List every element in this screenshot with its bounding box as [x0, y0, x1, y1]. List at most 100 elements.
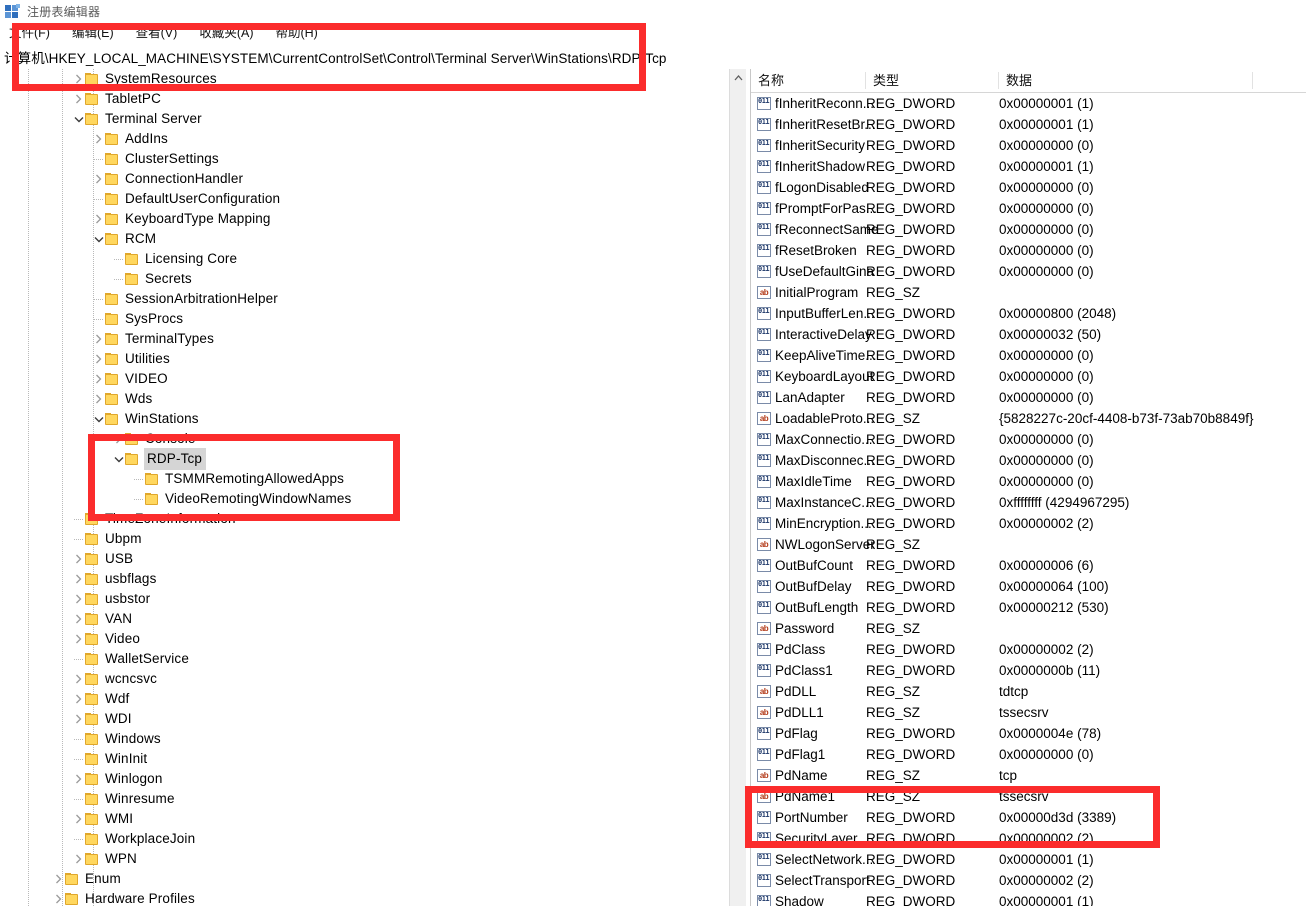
menu-file[interactable]: 文件(F)	[0, 23, 61, 44]
value-row[interactable]: 011 100 MinEncryption...REG_DWORD 0x000000…	[751, 513, 1306, 534]
tree-item-label[interactable]: TabletPC	[104, 89, 161, 109]
chevron-right-icon[interactable]	[72, 569, 85, 589]
value-row[interactable]: 011 100 PdClass REG_DWORD 0x00000002 (2)	[751, 639, 1306, 660]
tree-item-workplacejoin[interactable]: WorkplaceJoin	[0, 829, 729, 849]
value-row[interactable]: 011 100 InteractiveDelayREG_DWORD 0x000000…	[751, 324, 1306, 345]
value-name[interactable]: LanAdapter	[775, 387, 845, 408]
tree-item-label[interactable]: Wds	[124, 389, 152, 409]
value-row[interactable]: 011 100 fInheritShadowREG_DWORD 0x00000001…	[751, 156, 1306, 177]
tree-item-label[interactable]: WalletService	[104, 649, 189, 669]
tree-item-systemresources[interactable]: SystemResources	[0, 69, 729, 89]
value-name[interactable]: MinEncryption...	[775, 513, 872, 534]
tree-item-terminaltypes[interactable]: TerminalTypes	[0, 329, 729, 349]
chevron-right-icon[interactable]	[92, 389, 105, 409]
value-row[interactable]: 011 100 MaxInstanceC...REG_DWORD 0xfffffff…	[751, 492, 1306, 513]
tree-item-label[interactable]: Console	[144, 429, 196, 449]
chevron-right-icon[interactable]	[72, 629, 85, 649]
tree-item-label[interactable]: Winlogon	[104, 769, 162, 789]
chevron-right-icon[interactable]	[72, 849, 85, 869]
value-row[interactable]: 011 100 fInheritReconn...REG_DWORD 0x00000…	[751, 93, 1306, 114]
value-row[interactable]: 011 100 SecurityLayer REG_DWORD 0x00000002 …	[751, 828, 1306, 849]
tree-item-label[interactable]: WorkplaceJoin	[104, 829, 195, 849]
value-row[interactable]: 011 100 OutBufLength REG_DWORD 0x00000212 (…	[751, 597, 1306, 618]
tree-item-label[interactable]: AddIns	[124, 129, 168, 149]
registry-tree-pane[interactable]: SystemResources TabletPC Terminal Server Ad…	[0, 69, 729, 906]
value-name[interactable]: fInheritResetBr...	[775, 114, 876, 135]
value-name[interactable]: KeepAliveTime...	[775, 345, 877, 366]
value-row[interactable]: 011 100 Shadow REG_DWORD 0x00000001 (1)	[751, 891, 1306, 906]
tree-item-label[interactable]: Ubpm	[104, 529, 142, 549]
tree-item-label[interactable]: wcncsvc	[104, 669, 157, 689]
tree-item-label[interactable]: KeyboardType Mapping	[124, 209, 271, 229]
value-name[interactable]: PdName1	[775, 786, 835, 807]
value-name[interactable]: OutBufCount	[775, 555, 853, 576]
value-row[interactable]: 011 100 MaxIdleTime REG_DWORD 0x00000000 (0…	[751, 471, 1306, 492]
tree-item-label[interactable]: Terminal Server	[104, 109, 202, 129]
tree-item-addins[interactable]: AddIns	[0, 129, 729, 149]
tree-item-video[interactable]: Video	[0, 629, 729, 649]
chevron-right-icon[interactable]	[72, 709, 85, 729]
tree-item-videoremotingwindownames[interactable]: VideoRemotingWindowNames	[0, 489, 729, 509]
value-name[interactable]: SelectNetwork...	[775, 849, 873, 870]
tree-item-label[interactable]: SystemResources	[104, 69, 217, 89]
menu-edit[interactable]: 编辑(E)	[61, 23, 125, 44]
column-data[interactable]: 数据	[999, 69, 1306, 92]
tree-item-label[interactable]: TimeZoneInformation	[104, 509, 236, 529]
tree-item-sessionarbitrationhelper[interactable]: SessionArbitrationHelper	[0, 289, 729, 309]
menu-help[interactable]: 帮助(H)	[264, 23, 328, 44]
tree-item-winresume[interactable]: Winresume	[0, 789, 729, 809]
tree-item-video[interactable]: VIDEO	[0, 369, 729, 389]
tree-item-label[interactable]: WDI	[104, 709, 132, 729]
tree-item-connectionhandler[interactable]: ConnectionHandler	[0, 169, 729, 189]
tree-item-usb[interactable]: USB	[0, 549, 729, 569]
value-name[interactable]: KeyboardLayout	[775, 366, 873, 387]
value-row[interactable]: 011 100 InputBufferLen...REG_DWORD 0x00000…	[751, 303, 1306, 324]
value-row[interactable]: ab Password REG_SZ	[751, 618, 1306, 639]
value-name[interactable]: PdClass1	[775, 660, 833, 681]
tree-item-label[interactable]: Wdf	[104, 689, 129, 709]
value-row[interactable]: 011 100 LanAdapter REG_DWORD 0x00000000 (0)	[751, 387, 1306, 408]
value-row[interactable]: 011 100 PdClass1 REG_DWORD 0x0000000b (11)	[751, 660, 1306, 681]
tree-item-sysprocs[interactable]: SysProcs	[0, 309, 729, 329]
tree-item-hardware-profiles[interactable]: Hardware Profiles	[0, 889, 729, 906]
value-name[interactable]: fInheritSecurity	[775, 135, 865, 156]
tree-item-console[interactable]: Console	[0, 429, 729, 449]
value-row[interactable]: ab PdName REG_SZ tcp	[751, 765, 1306, 786]
column-type[interactable]: 类型	[866, 69, 999, 92]
value-row[interactable]: 011 100 fResetBroken REG_DWORD 0x00000000 (…	[751, 240, 1306, 261]
value-name[interactable]: fInheritReconn...	[775, 93, 874, 114]
value-name[interactable]: fResetBroken	[775, 240, 857, 261]
tree-item-label[interactable]: Enum	[84, 869, 121, 889]
value-name[interactable]: fInheritShadow	[775, 156, 865, 177]
tree-item-label[interactable]: WMI	[104, 809, 133, 829]
tree-item-label[interactable]: SessionArbitrationHelper	[124, 289, 278, 309]
tree-item-label[interactable]: Hardware Profiles	[84, 889, 195, 906]
chevron-right-icon[interactable]	[72, 689, 85, 709]
value-name[interactable]: fLogonDisabled	[775, 177, 869, 198]
tree-item-label[interactable]: Secrets	[144, 269, 192, 289]
chevron-down-icon[interactable]	[72, 109, 85, 129]
tree-item-label[interactable]: VAN	[104, 609, 132, 629]
value-row[interactable]: 011 100 OutBufDelay REG_DWORD 0x00000064 (1…	[751, 576, 1306, 597]
value-row[interactable]: 011 100 fPromptForPas...REG_DWORD 0x000000…	[751, 198, 1306, 219]
tree-item-tabletpc[interactable]: TabletPC	[0, 89, 729, 109]
tree-item-secrets[interactable]: Secrets	[0, 269, 729, 289]
tree-item-ubpm[interactable]: Ubpm	[0, 529, 729, 549]
registry-values-pane[interactable]: 名称 类型 数据 011 100fInheritReconn...REG_DWO…	[751, 69, 1306, 906]
tree-item-utilities[interactable]: Utilities	[0, 349, 729, 369]
value-name[interactable]: PdFlag	[775, 723, 818, 744]
tree-item-label[interactable]: VideoRemotingWindowNames	[164, 489, 351, 509]
chevron-right-icon[interactable]	[52, 889, 65, 906]
value-name[interactable]: fReconnectSame	[775, 219, 879, 240]
tree-item-rcm[interactable]: RCM	[0, 229, 729, 249]
address-path-text[interactable]: 计算机\HKEY_LOCAL_MACHINE\SYSTEM\CurrentCon…	[0, 47, 667, 67]
value-name[interactable]: PortNumber	[775, 807, 848, 828]
chevron-down-icon[interactable]	[92, 409, 105, 429]
tree-item-label[interactable]: usbstor	[104, 589, 150, 609]
tree-item-winstations[interactable]: WinStations	[0, 409, 729, 429]
value-name[interactable]: MaxInstanceC...	[775, 492, 873, 513]
tree-item-van[interactable]: VAN	[0, 609, 729, 629]
tree-item-label[interactable]: WPN	[104, 849, 137, 869]
value-name[interactable]: OutBufLength	[775, 597, 858, 618]
tree-vertical-scrollbar[interactable]	[729, 69, 747, 906]
